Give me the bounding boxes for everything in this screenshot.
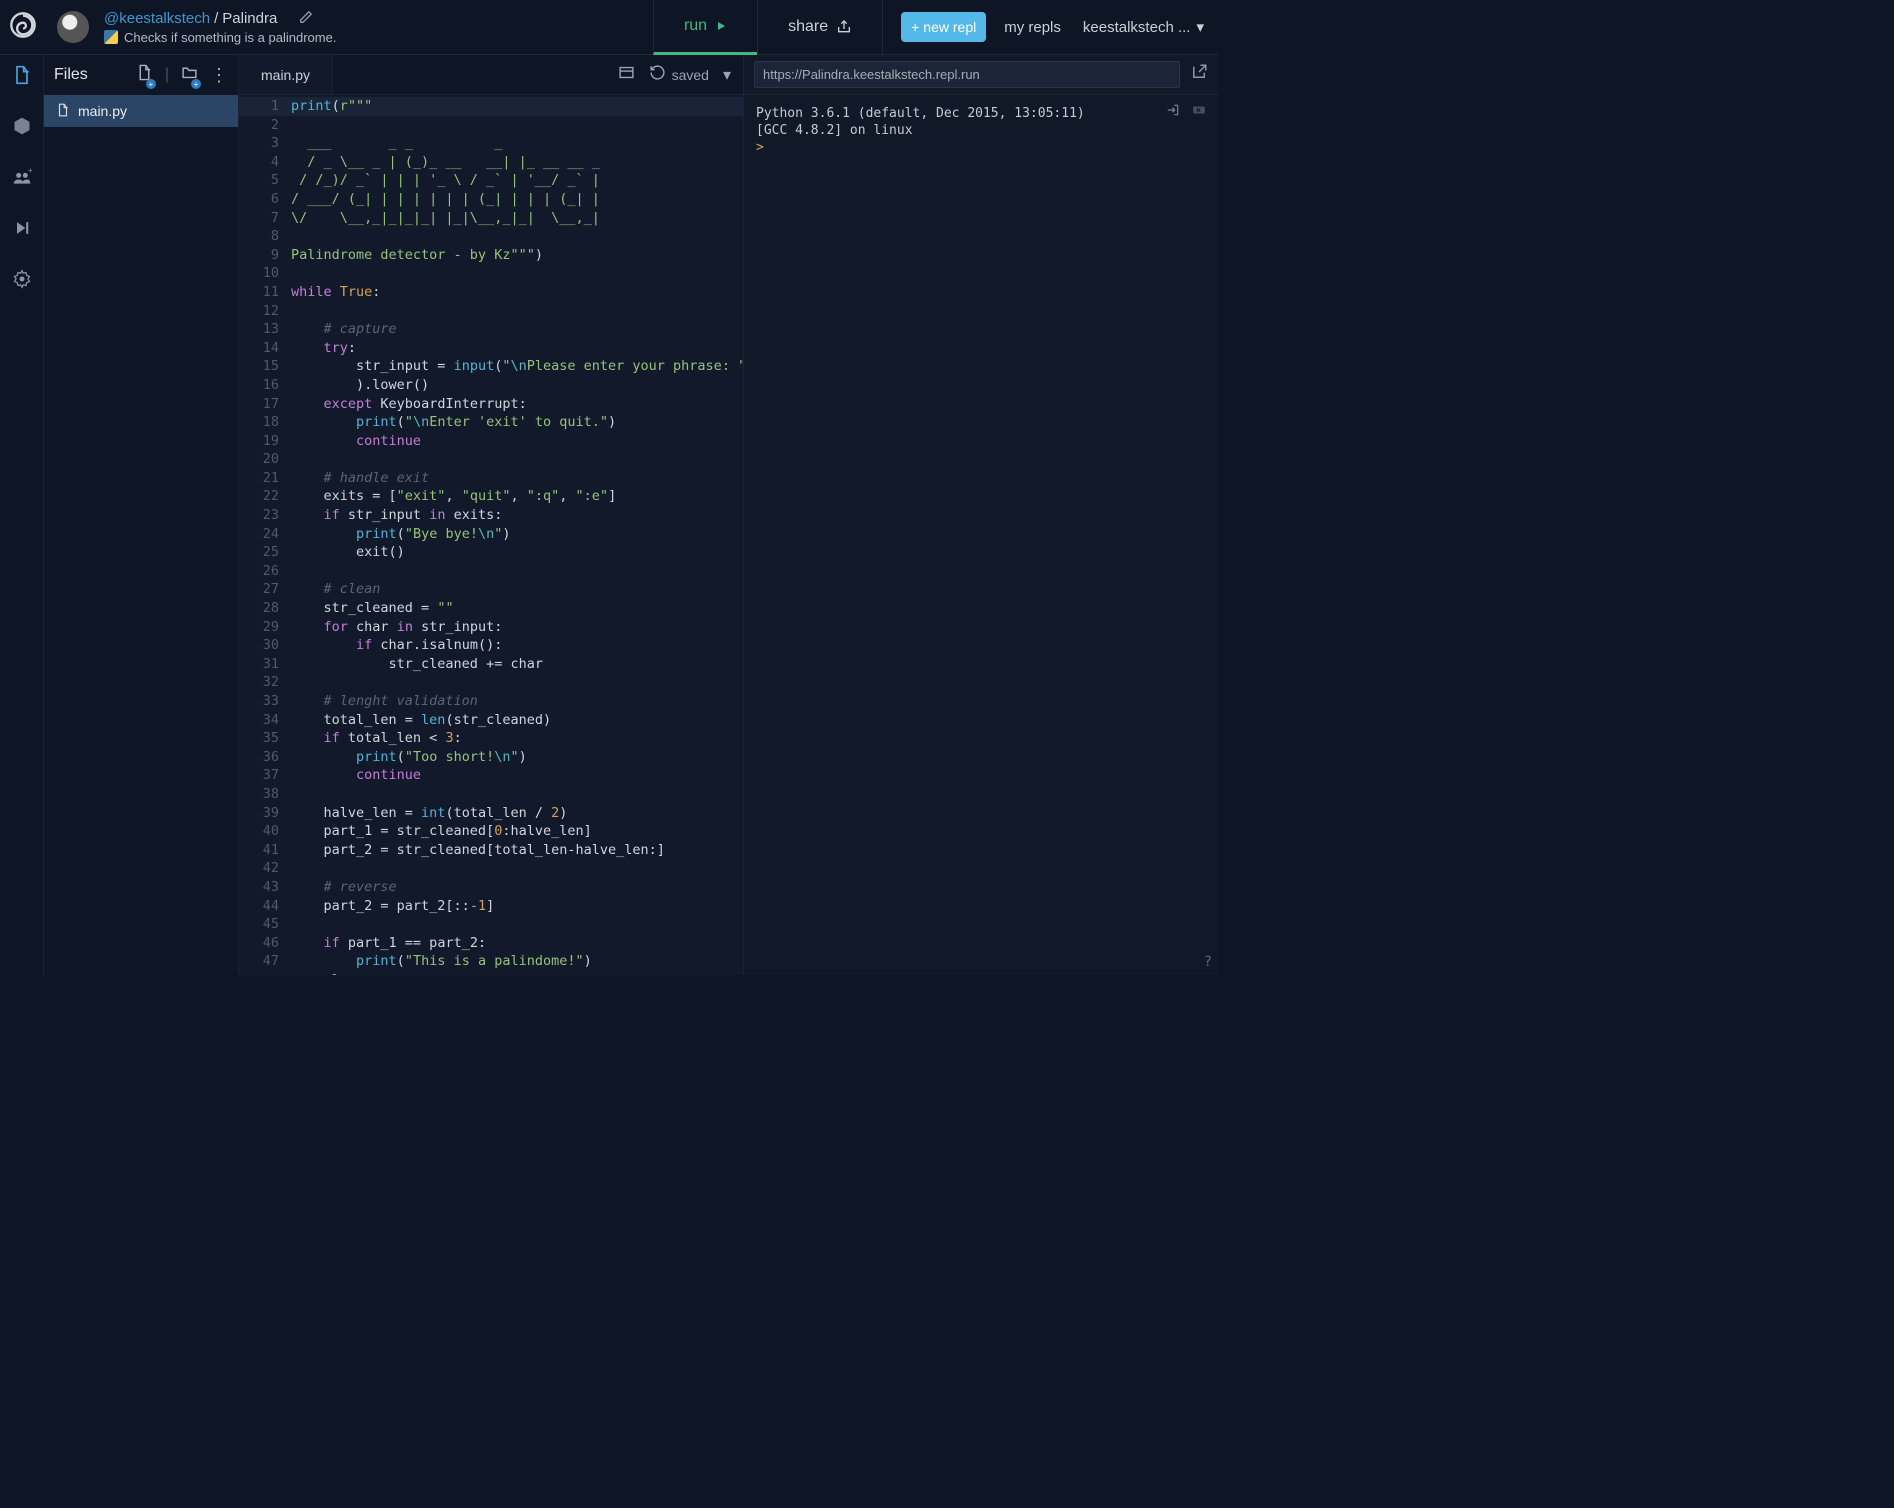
title-separator: / — [214, 10, 218, 27]
editor-tab-label: main.py — [261, 67, 310, 83]
run-label: run — [684, 17, 707, 35]
packages-icon[interactable] — [12, 116, 32, 141]
user-menu-label: keestalkstech ... — [1083, 19, 1191, 36]
editor-tab[interactable]: main.py — [239, 55, 333, 94]
activity-bar: + — [0, 55, 44, 975]
settings-icon[interactable] — [12, 269, 32, 294]
avatar[interactable] — [57, 11, 89, 43]
open-external-icon[interactable] — [1190, 63, 1208, 86]
console-clear-icon[interactable] — [1190, 103, 1208, 122]
run-button[interactable]: run — [653, 0, 757, 55]
user-menu[interactable]: keestalkstech ... ▾ — [1083, 18, 1204, 36]
console-panel: Python 3.6.1 (default, Dec 2015, 13:05:1… — [743, 55, 1218, 975]
editor-area: main.py saved ▾ 123456789101112131415161… — [239, 55, 743, 975]
play-icon — [715, 20, 727, 32]
share-button[interactable]: share — [757, 0, 882, 55]
saved-status: saved — [672, 67, 709, 83]
edit-title-icon[interactable] — [299, 10, 313, 28]
new-repl-label: new repl — [923, 19, 976, 35]
file-icon — [56, 103, 70, 120]
repl-url-input[interactable] — [754, 61, 1180, 88]
debugger-icon[interactable] — [12, 218, 32, 243]
line-gutter: 1234567891011121314151617181920212223242… — [239, 95, 291, 975]
new-file-icon[interactable]: + — [136, 64, 153, 86]
chevron-down-icon[interactable]: ▾ — [723, 65, 731, 85]
new-repl-button[interactable]: + new repl — [901, 12, 986, 42]
owner-link[interactable]: @keestalkstech — [104, 10, 210, 27]
multiplayer-icon[interactable]: + — [12, 167, 32, 192]
app-logo[interactable] — [0, 11, 45, 44]
files-more-icon[interactable]: ⋮ — [210, 65, 228, 86]
console-prompt: > — [756, 140, 764, 155]
chevron-down-icon: ▾ — [1196, 18, 1204, 36]
console-line: [GCC 4.8.2] on linux — [756, 122, 1206, 139]
top-bar: @keestalkstech / Palindra Checks if some… — [0, 0, 1218, 55]
history-icon[interactable] — [649, 64, 666, 86]
file-item[interactable]: main.py — [44, 95, 238, 127]
code-content[interactable]: print(r""" ___ _ _ _ / _ \__ _ | (_)_ __… — [291, 95, 743, 975]
console-line: Python 3.6.1 (default, Dec 2015, 13:05:1… — [756, 105, 1206, 122]
layout-icon[interactable] — [618, 64, 635, 86]
my-repls-link[interactable]: my repls — [1004, 19, 1061, 36]
console-output[interactable]: Python 3.6.1 (default, Dec 2015, 13:05:1… — [744, 95, 1218, 975]
files-icon[interactable] — [12, 65, 32, 90]
project-name: Palindra — [222, 10, 277, 27]
project-title-block: @keestalkstech / Palindra Checks if some… — [100, 10, 340, 45]
python-icon — [104, 30, 118, 44]
spiral-icon — [9, 11, 37, 44]
file-name: main.py — [78, 103, 127, 119]
share-icon — [836, 19, 852, 35]
code-editor[interactable]: 1234567891011121314151617181920212223242… — [239, 95, 743, 975]
console-login-icon[interactable] — [1164, 103, 1182, 122]
share-label: share — [788, 18, 828, 36]
files-panel: Files + | + ⋮ main.py — [44, 55, 239, 975]
svg-text:+: + — [27, 167, 31, 175]
files-title: Files — [54, 66, 124, 84]
help-icon[interactable]: ? — [1204, 954, 1212, 971]
project-description: Checks if something is a palindrome. — [124, 30, 336, 45]
plus-icon: + — [911, 19, 919, 35]
new-folder-icon[interactable]: + — [181, 64, 198, 86]
